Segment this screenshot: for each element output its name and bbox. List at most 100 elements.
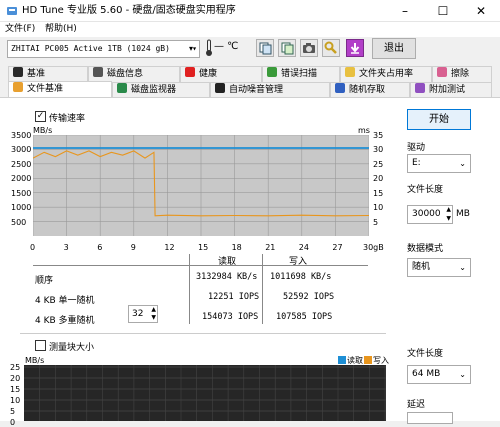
tab-label: 健康 bbox=[199, 69, 218, 79]
x-tick: 9 bbox=[130, 243, 136, 252]
menu-bar: 文件(F) 帮助(H) bbox=[0, 22, 500, 37]
tab-error-scan[interactable]: 错误扫描 bbox=[262, 66, 340, 82]
drive-select[interactable]: ZHITAI PC005 Active 1TB (1024 gB) ▾ bbox=[7, 40, 200, 58]
y-tick-right: 20 bbox=[373, 174, 384, 184]
tab-file-benchmark[interactable]: 文件基准 bbox=[8, 81, 112, 98]
tab-label: 磁盘监视器 bbox=[131, 85, 177, 95]
chevron-down-icon: ⌄ bbox=[459, 370, 466, 379]
chart2-y-tick: 10 bbox=[10, 396, 21, 405]
tab-aam[interactable]: 自动噪音管理 bbox=[210, 82, 330, 98]
maximize-button[interactable]: ☐ bbox=[424, 0, 462, 22]
4k-multi-write-value: 107585 IOPS bbox=[276, 312, 333, 322]
y-tick-right: 5 bbox=[373, 217, 379, 227]
chevron-down-icon: ⌄ bbox=[459, 263, 466, 272]
tab-label: 随机存取 bbox=[349, 85, 386, 95]
chart2-y-tick: 15 bbox=[10, 385, 21, 394]
tab-disk-info[interactable]: 磁盘信息 bbox=[88, 66, 180, 82]
drive-label: 驱动 bbox=[407, 143, 426, 153]
thermometer-icon bbox=[205, 39, 213, 60]
exit-button[interactable]: 退出 bbox=[372, 38, 416, 59]
stepper-up-icon[interactable]: ▲ bbox=[446, 206, 451, 214]
tab-benchmark[interactable]: 基准 bbox=[8, 66, 88, 82]
row-sequential-label: 顺序 bbox=[35, 276, 54, 286]
folder-icon bbox=[345, 67, 355, 77]
minimize-button[interactable]: – bbox=[386, 0, 424, 22]
file-length-stepper[interactable]: 30000 ▲ ▼ bbox=[407, 205, 453, 224]
4k-multi-read-value: 154073 IOPS bbox=[202, 312, 259, 322]
chart2-y-tick: 5 bbox=[10, 407, 16, 416]
dropdown-arrow-icon[interactable]: ▾ bbox=[184, 40, 198, 58]
queue-depth-stepper[interactable]: 32 ▲ ▼ bbox=[128, 305, 158, 323]
tab-random-access[interactable]: 随机存取 bbox=[330, 82, 410, 98]
drive-combo-value: E: bbox=[412, 158, 421, 168]
tab-health[interactable]: 健康 bbox=[180, 66, 262, 82]
drive-combo[interactable]: E: ⌄ bbox=[407, 154, 471, 173]
tab-disk-monitor[interactable]: 磁盘监视器 bbox=[112, 82, 210, 98]
delay-stepper[interactable] bbox=[407, 412, 453, 424]
stepper-up-icon[interactable]: ▲ bbox=[151, 306, 156, 314]
y-tick-left: 3000 bbox=[11, 145, 32, 155]
drive-select-value: ZHITAI PC005 Active 1TB (1024 gB) bbox=[11, 44, 170, 53]
tab-label: 自动噪音管理 bbox=[229, 85, 284, 95]
health-cross-icon bbox=[185, 67, 195, 77]
copy-info-icon[interactable] bbox=[256, 39, 274, 57]
file-length-value: 30000 bbox=[412, 209, 441, 219]
screenshot-camera-icon[interactable] bbox=[300, 39, 318, 57]
x-tick: 12 bbox=[164, 243, 175, 252]
y-tick-right: 35 bbox=[373, 131, 384, 140]
tab-folder-usage[interactable]: 文件夹占用率 bbox=[340, 66, 432, 82]
x-tick: 15 bbox=[198, 243, 209, 252]
x-tick: 30gB bbox=[363, 243, 384, 252]
sequential-write-value: 1011698 KB/s bbox=[270, 272, 332, 282]
transfer-rate-label: 传输速率 bbox=[49, 114, 86, 124]
app-icon bbox=[6, 5, 18, 17]
stepper-down-icon[interactable]: ▼ bbox=[151, 314, 156, 322]
chart2-y-tick: 0 bbox=[10, 418, 16, 427]
tab-label: 基准 bbox=[27, 69, 46, 79]
y-tick-left: 1500 bbox=[11, 188, 32, 198]
sequential-read-value: 3132984 KB/s bbox=[196, 272, 258, 282]
x-tick: 6 bbox=[97, 243, 103, 252]
x-tick: 0 bbox=[30, 243, 36, 252]
chart-y-unit-right: ms bbox=[358, 126, 370, 135]
copy-text-icon[interactable] bbox=[278, 39, 296, 57]
results-divider bbox=[33, 265, 368, 266]
x-tick: 24 bbox=[298, 243, 309, 252]
y-tick-right: 25 bbox=[373, 159, 384, 169]
transfer-rate-checkbox[interactable]: ✓ bbox=[35, 111, 46, 122]
block-size-label: 测量块大小 bbox=[49, 343, 95, 353]
transfer-chart bbox=[33, 135, 369, 236]
block-size-checkbox[interactable] bbox=[35, 340, 46, 351]
eraser-icon bbox=[437, 67, 447, 77]
x-tick: 27 bbox=[332, 243, 343, 252]
y-tick-right: 15 bbox=[373, 188, 384, 198]
file-length2-value: 64 MB bbox=[412, 369, 441, 379]
stepper-down-icon[interactable]: ▼ bbox=[446, 215, 451, 223]
menu-help[interactable]: 帮助(H) bbox=[45, 23, 77, 35]
y-tick-left: 500 bbox=[11, 217, 27, 227]
close-button[interactable]: ✕ bbox=[462, 0, 500, 22]
y-tick-left: 2500 bbox=[11, 159, 32, 169]
legend-read-swatch bbox=[338, 356, 346, 364]
download-arrow-icon[interactable] bbox=[346, 39, 364, 57]
legend-write-swatch bbox=[364, 356, 372, 364]
menu-file[interactable]: 文件(F) bbox=[5, 23, 35, 35]
section-divider bbox=[20, 333, 386, 334]
tab-label: 文件基准 bbox=[27, 84, 64, 94]
tab-extra-tests[interactable]: 附加测试 bbox=[410, 82, 492, 98]
random-access-icon bbox=[335, 83, 345, 93]
y-tick-right: 30 bbox=[373, 145, 384, 155]
start-button[interactable]: 开始 bbox=[407, 109, 471, 130]
chevron-down-icon: ⌄ bbox=[459, 159, 466, 168]
benchmark-icon bbox=[13, 67, 23, 77]
4k-single-read-value: 12251 IOPS bbox=[208, 292, 260, 302]
data-mode-combo[interactable]: 随机 ⌄ bbox=[407, 258, 471, 277]
options-wrench-icon[interactable] bbox=[322, 39, 340, 57]
col-read-header: 读取 bbox=[218, 257, 237, 267]
file-length2-combo[interactable]: 64 MB ⌄ bbox=[407, 365, 471, 384]
x-tick: 21 bbox=[265, 243, 276, 252]
file-length-label: 文件长度 bbox=[407, 185, 444, 195]
tab-erase[interactable]: 擦除 bbox=[432, 66, 492, 82]
speaker-icon bbox=[215, 83, 225, 93]
disk-monitor-icon bbox=[117, 83, 127, 93]
